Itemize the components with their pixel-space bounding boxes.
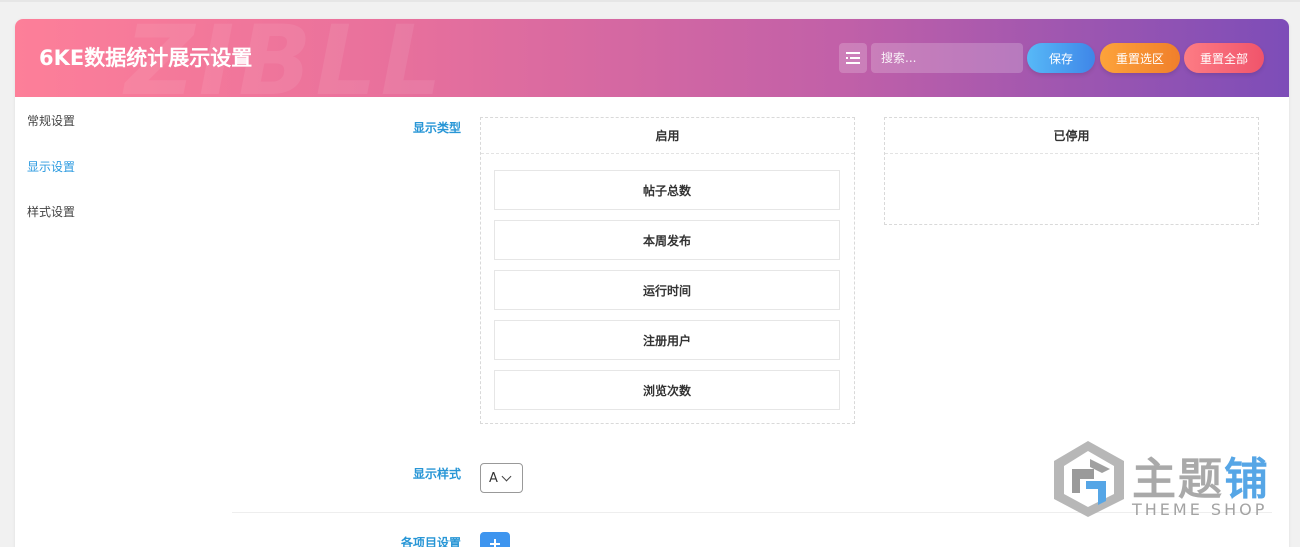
sidebar-nav: 常规设置 显示设置 样式设置 — [15, 97, 225, 547]
item-settings-label: 各项目设置 — [400, 536, 461, 547]
save-button[interactable]: 保存 — [1027, 43, 1095, 73]
reset-all-button[interactable]: 重置全部 — [1184, 43, 1264, 73]
enabled-column-title: 启用 — [481, 118, 854, 154]
disabled-column-title: 已停用 — [885, 118, 1258, 154]
enabled-item[interactable]: 本周发布 — [494, 220, 840, 260]
plus-icon — [490, 539, 500, 547]
display-style-value: A — [489, 470, 498, 486]
logo-name-accent: 铺 — [1224, 454, 1270, 505]
logo-subtitle: THEME SHOP — [1132, 500, 1268, 519]
enabled-item[interactable]: 运行时间 — [494, 270, 840, 310]
list-icon — [846, 52, 860, 64]
add-item-button[interactable] — [480, 532, 510, 547]
sidebar-item-display[interactable]: 显示设置 — [27, 158, 75, 175]
disabled-column[interactable]: 已停用 — [884, 117, 1259, 225]
theme-shop-logo: 主题铺 THEME SHOP — [1050, 439, 1280, 523]
page-title: 6KE数据统计展示设置 — [39, 46, 253, 70]
theme-shop-logo-icon — [1054, 441, 1124, 517]
panel-header: ZIBLL 6KE数据统计展示设置 保存 重置选区 重置全部 — [15, 19, 1289, 97]
enabled-item[interactable]: 注册用户 — [494, 320, 840, 360]
enabled-item[interactable]: 帖子总数 — [494, 170, 840, 210]
logo-name-plain: 主题 — [1132, 454, 1224, 505]
top-border — [0, 0, 1300, 2]
enabled-column[interactable]: 启用 帖子总数 本周发布 运行时间 注册用户 浏览次数 — [480, 117, 855, 424]
chevron-down-icon — [501, 471, 512, 481]
logo-name: 主题铺 — [1132, 443, 1270, 507]
sidebar-item-style[interactable]: 样式设置 — [27, 203, 75, 220]
display-style-label: 显示样式 — [412, 467, 461, 481]
enabled-item[interactable]: 浏览次数 — [494, 370, 840, 410]
display-type-label: 显示类型 — [412, 121, 461, 135]
expand-all-button[interactable] — [839, 43, 867, 73]
search-input[interactable] — [871, 43, 1023, 73]
display-style-select[interactable]: A — [480, 463, 523, 493]
sidebar-item-general[interactable]: 常规设置 — [27, 112, 75, 129]
reset-section-button[interactable]: 重置选区 — [1100, 43, 1180, 73]
